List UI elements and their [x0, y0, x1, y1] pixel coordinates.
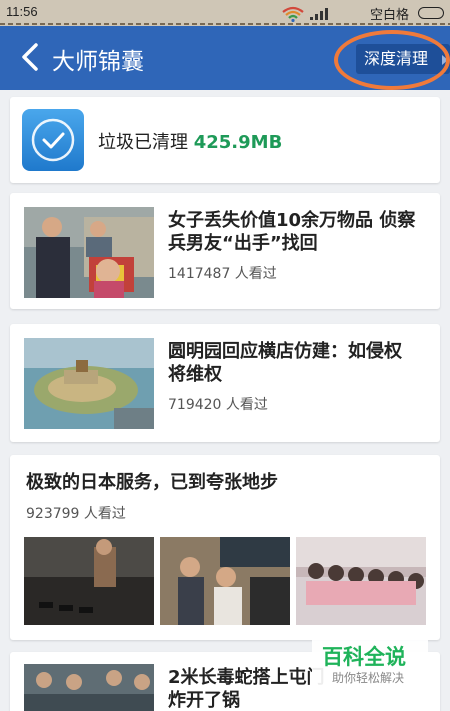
news-card[interactable]: 女子丢失价值10余万物品 侦察 兵男友“出手”找回 1417487 人看过: [10, 193, 440, 309]
clean-size: 425.9MB: [193, 132, 283, 153]
status-time: 11:56: [6, 4, 38, 19]
highlight-circle: [334, 30, 450, 90]
news-title: 女子丢失价值10余万物品 侦察 兵男友“出手”找回: [168, 210, 416, 254]
battery-icon: [418, 7, 444, 19]
status-carrier: 空白格: [370, 8, 410, 23]
news-thumbnail: [24, 207, 154, 298]
check-icon: [22, 109, 84, 171]
news-title: 2米长毒蛇搭上屯门 炸开了锅: [168, 667, 325, 711]
news-thumbnail: [296, 537, 426, 625]
page-title: 大师锦囊: [52, 49, 144, 75]
news-title: 圆明园回应横店仿建：如侵权 将维权: [168, 341, 402, 385]
news-views: 923799 人看过: [26, 506, 126, 522]
watermark-subtitle: 助你轻松解决: [332, 671, 405, 685]
watermark-title: 百科全说: [322, 645, 406, 669]
news-thumbnail: [24, 537, 154, 625]
news-thumbnail: [24, 664, 154, 711]
news-thumbnail: [24, 338, 154, 429]
news-title: 极致的日本服务，已到夸张地步: [26, 472, 278, 493]
news-card[interactable]: 圆明园回应横店仿建：如侵权 将维权 719420 人看过: [10, 324, 440, 442]
signal-icon: [310, 8, 328, 20]
news-card[interactable]: 极致的日本服务，已到夸张地步 923799 人看过: [10, 455, 440, 640]
clean-summary: 垃圾已清理 425.9MB: [98, 128, 282, 154]
news-views: 719420 人看过: [168, 397, 268, 413]
clean-result-card: 垃圾已清理 425.9MB: [10, 97, 440, 183]
news-views: 1417487 人看过: [168, 266, 277, 282]
clean-label: 垃圾已清理: [98, 132, 188, 153]
app-header: 大师锦囊 深度清理: [0, 26, 450, 90]
watermark-logo: 百科全说 助你轻松解决: [312, 635, 428, 691]
back-arrow-icon[interactable]: [14, 40, 48, 74]
wifi-icon: [282, 6, 304, 22]
news-thumbnail: [160, 537, 290, 625]
status-bar: 11:56 空白格: [0, 0, 450, 26]
